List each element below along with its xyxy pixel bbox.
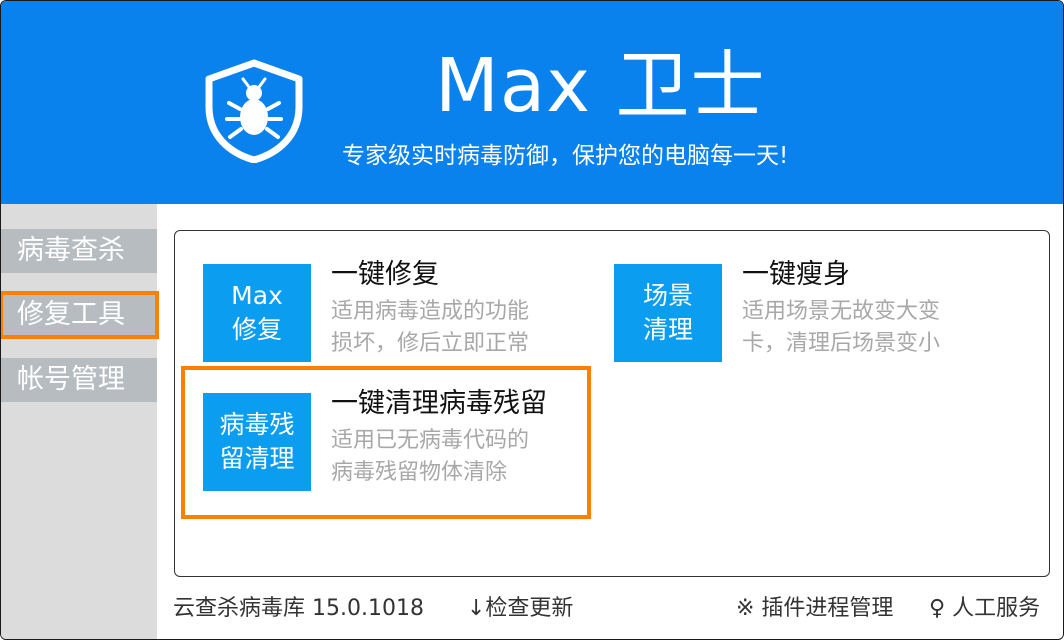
tool-icon-line: 留清理 <box>219 444 295 473</box>
tool-desc-line: 适用病毒造成的功能 <box>331 299 530 324</box>
plugin-process-manage-link[interactable]: ※ 插件进程管理 <box>736 593 893 625</box>
app-title: Max 卫士 <box>435 43 766 129</box>
header-banner: Max 卫士 专家级实时病毒防御，保护您的电脑每一天! <box>1 1 1063 204</box>
tool-title[interactable]: 一键清理病毒残留 <box>331 387 547 421</box>
sidebar-item-virus-scan[interactable]: 病毒查杀 <box>1 229 157 273</box>
app-window: Max 卫士 专家级实时病毒防御，保护您的电脑每一天! 病毒查杀 修复工具 帐号… <box>0 0 1064 640</box>
virus-db-version: 云查杀病毒库 15.0.1018 <box>173 596 424 621</box>
tool-desc-line: 适用已无病毒代码的 <box>331 428 530 453</box>
tool-icon-line: 病毒残 <box>219 410 295 439</box>
tool-icon-line: 清理 <box>642 315 693 344</box>
check-update-link[interactable]: ↓检查更新 <box>467 593 573 625</box>
shield-bug-icon <box>205 59 303 163</box>
max-repair-icon[interactable]: Max 修复 <box>203 264 311 362</box>
tool-description: 适用已无病毒代码的 病毒残留物体清除 <box>331 425 529 489</box>
tool-description: 适用场景无故变大变 卡，清理后场景变小 <box>742 296 940 360</box>
tool-one-key-repair[interactable]: Max 修复 一键修复 适用病毒造成的功能 损坏，修后立即正常 <box>203 259 563 362</box>
virus-residue-clean-icon[interactable]: 病毒残 留清理 <box>203 393 311 491</box>
tool-clean-virus-residue[interactable]: 病毒残 留清理 一键清理病毒残留 适用已无病毒代码的 病毒残留物体清除 <box>181 366 591 519</box>
tools-panel: Max 修复 一键修复 适用病毒造成的功能 损坏，修后立即正常 场景 清理 一键… <box>174 230 1050 577</box>
tool-desc-line: 病毒残留物体清除 <box>331 460 508 485</box>
tool-icon-line: 修复 <box>231 315 282 344</box>
tool-one-key-slim[interactable]: 场景 清理 一键瘦身 适用场景无故变大变 卡，清理后场景变小 <box>614 259 974 362</box>
sidebar: 病毒查杀 修复工具 帐号管理 <box>1 204 159 639</box>
tool-description: 适用病毒造成的功能 损坏，修后立即正常 <box>331 296 529 360</box>
tool-title[interactable]: 一键修复 <box>331 258 439 292</box>
tool-icon-line: 场景 <box>642 281 693 310</box>
manual-service-link[interactable]: ♀ 人工服务 <box>929 593 1040 625</box>
tool-desc-line: 卡，清理后场景变小 <box>742 331 941 356</box>
scene-clean-icon[interactable]: 场景 清理 <box>614 264 722 362</box>
tool-desc-line: 损坏，修后立即正常 <box>331 331 530 356</box>
sidebar-item-repair-tools[interactable]: 修复工具 <box>1 291 159 339</box>
tool-title[interactable]: 一键瘦身 <box>742 258 850 292</box>
app-subtitle: 专家级实时病毒防御，保护您的电脑每一天! <box>342 143 789 169</box>
tool-desc-line: 适用场景无故变大变 <box>742 299 941 324</box>
tool-icon-line: Max <box>231 281 283 310</box>
sidebar-item-account[interactable]: 帐号管理 <box>1 358 157 402</box>
